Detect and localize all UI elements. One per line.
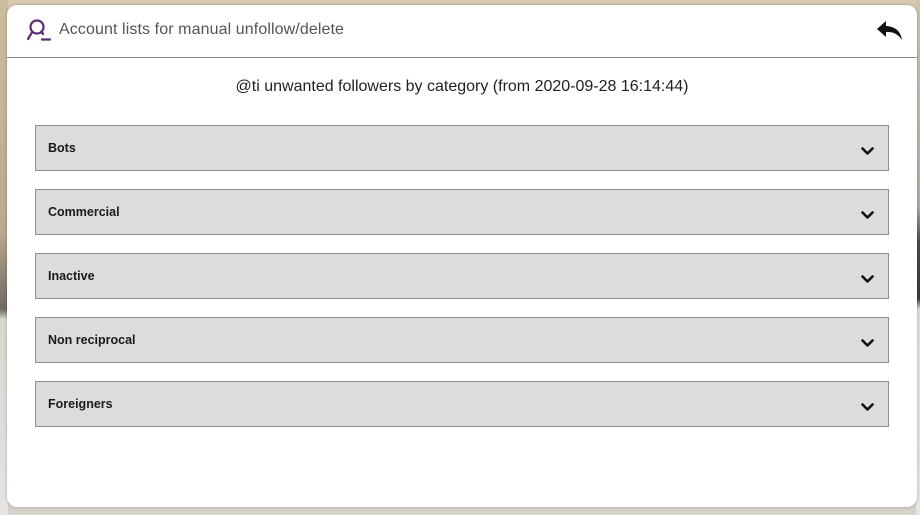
modal-header: Account lists for manual unfollow/delete bbox=[7, 5, 917, 58]
chevron-down-icon bbox=[861, 399, 874, 411]
list-subtitle: @ti unwanted followers by category (from… bbox=[235, 78, 689, 95]
reply-arrow-icon[interactable] bbox=[875, 18, 905, 44]
category-label: Bots bbox=[48, 141, 76, 155]
category-item-inactive[interactable]: Inactive bbox=[35, 253, 889, 299]
chevron-down-icon bbox=[861, 271, 874, 283]
chevron-down-icon bbox=[861, 335, 874, 347]
category-label: Inactive bbox=[48, 269, 95, 283]
user-remove-icon bbox=[25, 17, 53, 45]
category-label: Non reciprocal bbox=[48, 333, 136, 347]
category-item-foreigners[interactable]: Foreigners bbox=[35, 381, 889, 427]
chevron-down-icon bbox=[861, 143, 874, 155]
category-label: Foreigners bbox=[48, 397, 113, 411]
category-item-non-reciprocal[interactable]: Non reciprocal bbox=[35, 317, 889, 363]
category-item-commercial[interactable]: Commercial bbox=[35, 189, 889, 235]
category-item-bots[interactable]: Bots bbox=[35, 125, 889, 171]
modal-title: Account lists for manual unfollow/delete bbox=[59, 21, 345, 38]
chevron-down-icon bbox=[861, 207, 874, 219]
category-accordion: Bots Commercial Inactive Non reciprocal … bbox=[35, 125, 889, 445]
account-lists-modal: Account lists for manual unfollow/delete… bbox=[7, 5, 917, 507]
category-label: Commercial bbox=[48, 205, 120, 219]
